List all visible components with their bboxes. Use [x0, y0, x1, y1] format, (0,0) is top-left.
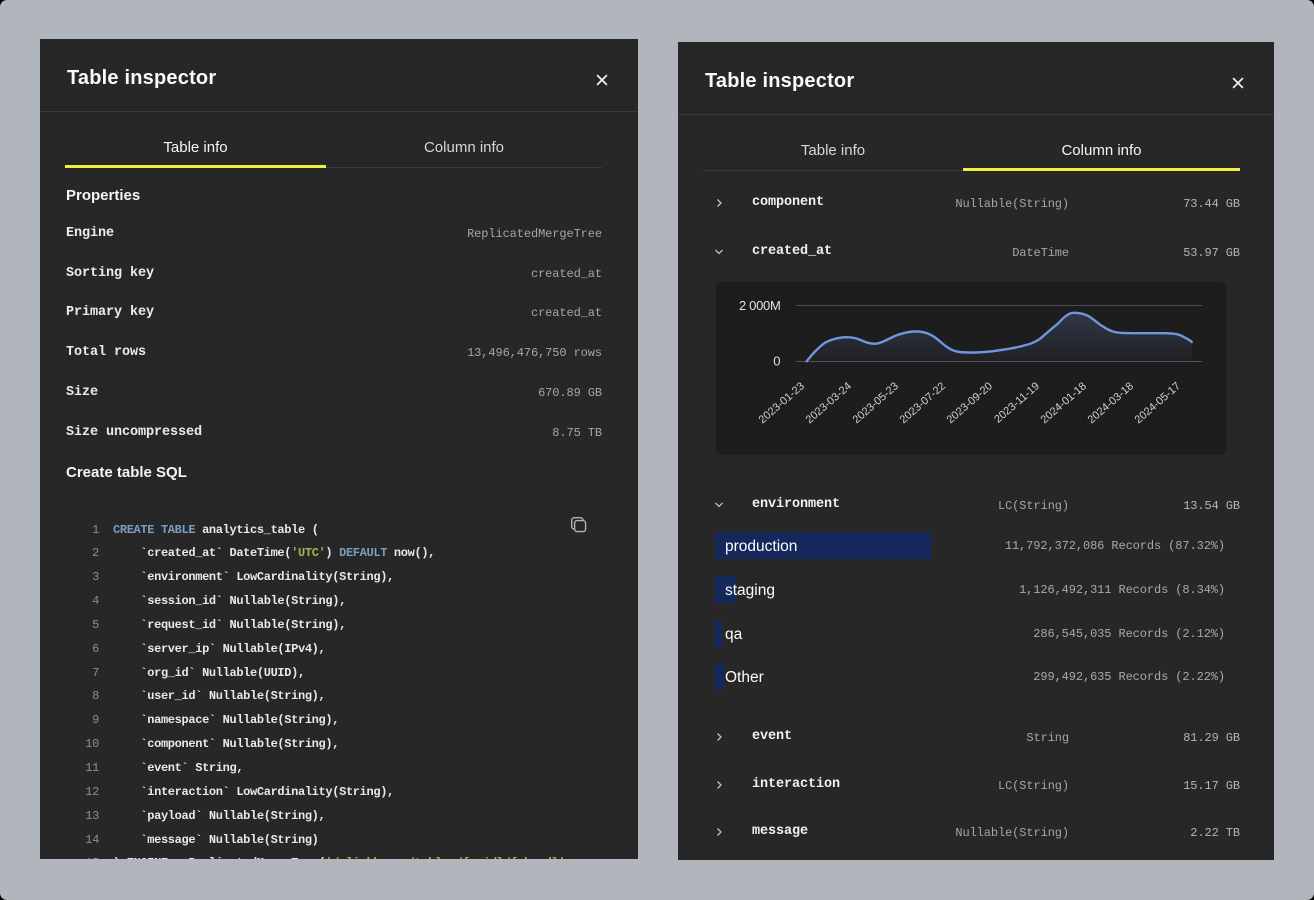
- svg-text:2023-05-23: 2023-05-23: [851, 380, 901, 426]
- svg-text:2023-03-24: 2023-03-24: [804, 380, 854, 426]
- svg-text:2023-11-19: 2023-11-19: [992, 380, 1042, 425]
- svg-text:2024-01-18: 2024-01-18: [1039, 380, 1089, 426]
- svg-text:2024-03-18: 2024-03-18: [1086, 380, 1136, 426]
- svg-text:2024-05-17: 2024-05-17: [1133, 380, 1183, 426]
- svg-text:2023-09-20: 2023-09-20: [945, 380, 995, 426]
- svg-text:0: 0: [773, 354, 780, 369]
- svg-text:2023-07-22: 2023-07-22: [898, 380, 948, 426]
- svg-text:2023-01-23: 2023-01-23: [757, 380, 807, 426]
- svg-text:2 000M: 2 000M: [739, 298, 781, 313]
